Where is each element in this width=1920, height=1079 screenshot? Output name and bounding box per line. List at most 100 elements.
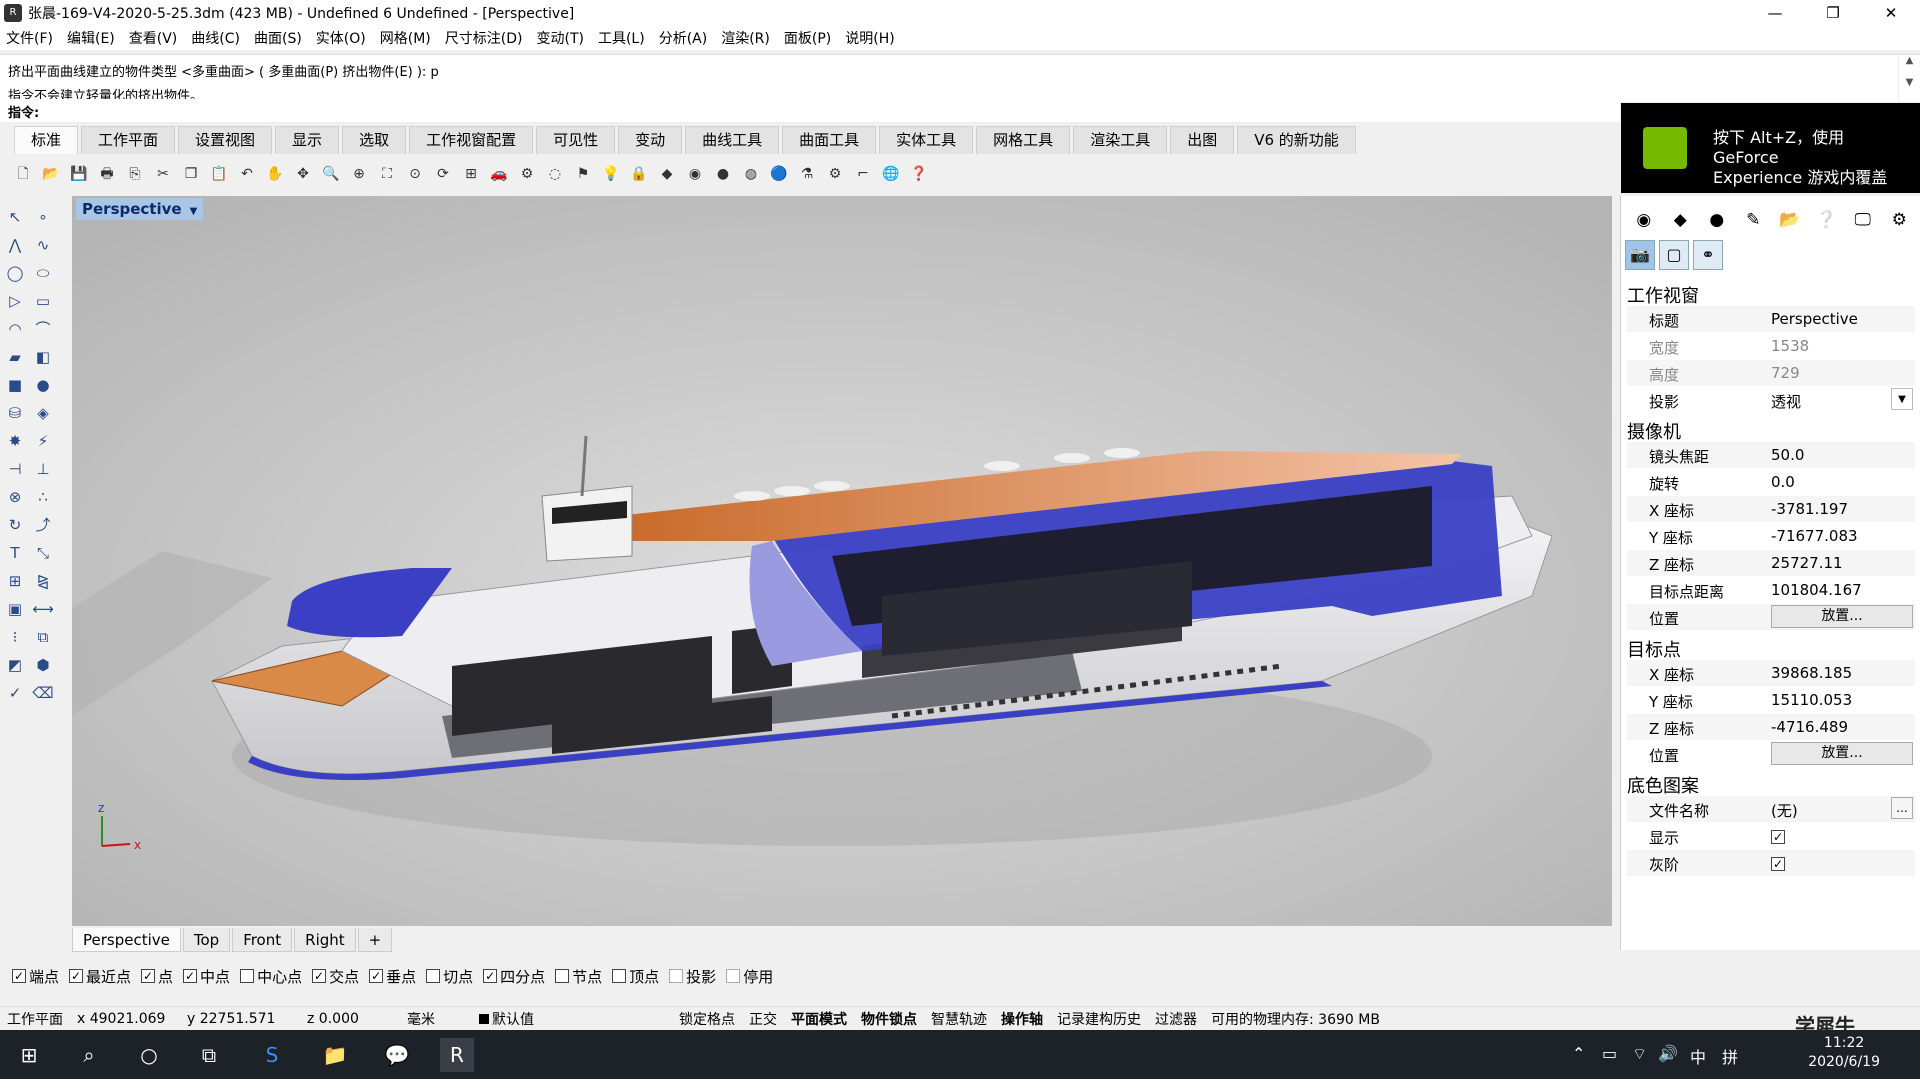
volume-icon[interactable]: 🔊 (1658, 1044, 1678, 1063)
offset-icon[interactable]: ⤴ (32, 514, 54, 536)
open-file-icon[interactable]: 📂 (40, 163, 62, 185)
rotate-icon[interactable]: ↻ (4, 514, 26, 536)
boolean-icon[interactable]: ⊗ (4, 486, 26, 508)
target-z-input[interactable]: -4716.489 (1767, 714, 1915, 739)
select-arrow-icon[interactable]: ↖ (4, 206, 26, 228)
osnap-vertex[interactable]: 顶点 (612, 966, 659, 987)
tab-new-in-v6[interactable]: V6 的新功能 (1237, 126, 1356, 154)
grid-array-icon[interactable]: ⁝ (4, 626, 26, 648)
osnap-toggle[interactable]: 物件锁点 (854, 1009, 924, 1029)
ime-indicator[interactable]: 中 (1690, 1044, 1706, 1068)
osnap-tangent[interactable]: 切点 (426, 966, 473, 987)
point-icon[interactable]: ∘ (32, 206, 54, 228)
show-checkbox[interactable]: ✓ (1771, 830, 1785, 844)
light-bulb-icon[interactable]: 💡 (600, 163, 622, 185)
tab-solid-tools[interactable]: 实体工具 (879, 126, 974, 154)
loft-icon[interactable]: ◧ (32, 346, 54, 368)
gumball-toggle[interactable]: 操作轴 (994, 1009, 1050, 1029)
material-icon[interactable]: ⚗ (796, 163, 818, 185)
command-history-scrollbar[interactable]: ▲ ▼ (1898, 55, 1920, 103)
group-icon[interactable]: ∴ (32, 486, 54, 508)
light-tab-icon[interactable]: ✎ (1739, 208, 1769, 232)
tab-select[interactable]: 选取 (342, 126, 407, 154)
tab-viewport-layout[interactable]: 工作视窗配置 (409, 126, 534, 154)
menu-dimension[interactable]: 尺寸标注(D) (445, 28, 523, 48)
tab-render-tools[interactable]: 渲染工具 (1073, 126, 1168, 154)
dimension-icon[interactable]: ⌐ (852, 163, 874, 185)
osnap-knot[interactable]: 节点 (555, 966, 602, 987)
minimize-button[interactable]: — (1746, 0, 1804, 26)
folder-tab-icon[interactable]: 📂 (1775, 208, 1805, 232)
layer-icon[interactable]: ◆ (656, 163, 678, 185)
osnap-project[interactable]: 投影 (669, 966, 716, 987)
rotate-view-icon[interactable]: ⟳ (432, 163, 454, 185)
save-icon[interactable]: 💾 (68, 163, 90, 185)
menu-help[interactable]: 说明(H) (845, 28, 894, 48)
tab-cplanes[interactable]: 工作平面 (81, 126, 176, 154)
color-wheel-icon[interactable]: ◉ (684, 163, 706, 185)
curve-icon[interactable]: ∿ (32, 234, 54, 256)
cam-z-input[interactable]: 25727.11 (1767, 550, 1915, 575)
zoom-window-icon[interactable]: ⊕ (348, 163, 370, 185)
move-view-icon[interactable]: ✥ (292, 163, 314, 185)
shaded-sphere-icon[interactable]: ● (712, 163, 734, 185)
menu-tools[interactable]: 工具(L) (598, 28, 645, 48)
split-icon[interactable]: ⚡ (32, 430, 54, 452)
osnap-disable[interactable]: 停用 (726, 966, 773, 987)
zoom-selected-icon[interactable]: ⊙ (404, 163, 426, 185)
chevron-down-icon[interactable]: ▼ (1891, 388, 1913, 410)
fillet-icon[interactable]: ⌒ (32, 318, 54, 340)
grid-snap-toggle[interactable]: 锁定格点 (672, 1009, 742, 1029)
options-gear-icon[interactable]: ⚙ (824, 163, 846, 185)
globe-icon[interactable]: 🌐 (880, 163, 902, 185)
camera-icon[interactable]: 📷 (1625, 240, 1655, 270)
tab-front[interactable]: Front (232, 928, 293, 952)
osnap-mid[interactable]: ✓ 中点 (183, 966, 230, 987)
search-icon[interactable]: ⌕ (72, 1038, 106, 1072)
scale-icon[interactable]: ⤡ (32, 542, 54, 564)
text-icon[interactable]: T (4, 542, 26, 564)
keyboard-layout-icon[interactable]: 拼 (1722, 1044, 1738, 1068)
osnap-end[interactable]: ✓ 端点 (12, 966, 59, 987)
spheres-icon[interactable]: ● (32, 374, 54, 396)
walkabout-icon[interactable]: ⚙ (516, 163, 538, 185)
new-file-icon[interactable]: 🗋 (12, 163, 34, 185)
tab-top[interactable]: Top (182, 928, 231, 952)
tab-right[interactable]: Right (294, 928, 356, 952)
tab-drafting[interactable]: 出图 (1170, 126, 1235, 154)
rhino-taskbar-icon[interactable]: R (440, 1038, 474, 1072)
spheres-tab-icon[interactable]: ⚭ (1693, 240, 1723, 270)
analyze-icon[interactable]: ◩ (4, 654, 26, 676)
osnap-center[interactable]: 中心点 (240, 966, 302, 987)
target-y-input[interactable]: 15110.053 (1767, 687, 1915, 712)
dimension-tool-icon[interactable]: ⟷ (32, 598, 54, 620)
zoom-extents-icon[interactable]: ⛶ (376, 163, 398, 185)
task-view-icon[interactable]: ⧉ (192, 1038, 226, 1072)
browse-button[interactable]: ... (1891, 797, 1913, 819)
viewport-title[interactable]: Perspective ▼ (76, 198, 204, 220)
undo-icon[interactable]: ↶ (236, 163, 258, 185)
solid-box-icon[interactable]: ▣ (4, 598, 26, 620)
circle-icon[interactable]: ◯ (4, 262, 26, 284)
tray-chevron-icon[interactable]: ⌃ (1572, 1044, 1585, 1063)
ortho-toggle[interactable]: 正交 (742, 1009, 784, 1029)
cortana-icon[interactable]: ○ (132, 1038, 166, 1072)
tab-perspective[interactable]: Perspective (72, 928, 181, 952)
arc-icon[interactable]: ◠ (4, 318, 26, 340)
planar-toggle[interactable]: 平面模式 (784, 1009, 854, 1029)
cylinder-icon[interactable]: ⛁ (4, 402, 26, 424)
check-icon[interactable]: ✓ (4, 682, 26, 704)
command-prompt[interactable]: 指令: (0, 102, 1620, 122)
grayscale-checkbox[interactable]: ✓ (1771, 857, 1785, 871)
four-viewports-icon[interactable]: ⊞ (460, 163, 482, 185)
menu-panels[interactable]: 面板(P) (784, 28, 831, 48)
cut-icon[interactable]: ✂ (152, 163, 174, 185)
prop-title-value[interactable]: Perspective (1767, 306, 1915, 331)
cam-x-input[interactable]: -3781.197 (1767, 496, 1915, 521)
car-icon[interactable]: 🚗 (488, 163, 510, 185)
taskbar-clock[interactable]: 11:22 2020/6/19 (1808, 1034, 1880, 1072)
tab-transform[interactable]: 变动 (618, 126, 683, 154)
rendered-sphere-icon[interactable]: ◍ (740, 163, 762, 185)
file-explorer-icon[interactable]: 📁 (318, 1038, 352, 1072)
filter-toggle[interactable]: 过滤器 (1148, 1009, 1204, 1029)
